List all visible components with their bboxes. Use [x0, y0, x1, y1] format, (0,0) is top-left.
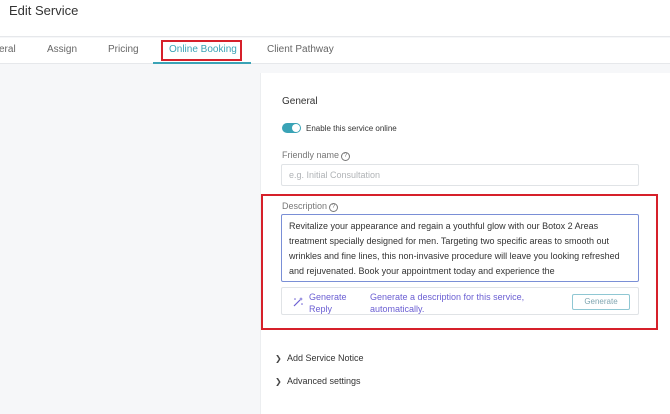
chevron-right-icon: ❯ [275, 354, 282, 363]
enable-online-label: Enable this service online [306, 124, 397, 133]
page-title: Edit Service [9, 3, 79, 18]
tab-bar: eral Assign Pricing Online Booking Clien… [0, 38, 670, 64]
friendly-name-input[interactable] [281, 164, 639, 186]
tab-assign[interactable]: Assign [47, 44, 77, 55]
tab-pricing[interactable]: Pricing [108, 44, 139, 55]
top-bar: Edit Service [0, 0, 670, 37]
add-service-notice-label: Add Service Notice [287, 353, 364, 363]
description-highlight-annotation [261, 194, 658, 330]
friendly-name-label: Friendly name? [282, 150, 351, 161]
active-tab-indicator [153, 62, 251, 64]
tab-client-pathway[interactable]: Client Pathway [267, 44, 334, 55]
add-service-notice-expander[interactable]: ❯ Add Service Notice [275, 353, 364, 363]
advanced-settings-label: Advanced settings [287, 376, 361, 386]
tab-highlight-annotation [161, 40, 242, 61]
general-section-title: General [282, 96, 318, 107]
enable-online-toggle[interactable] [282, 123, 301, 133]
advanced-settings-expander[interactable]: ❯ Advanced settings [275, 376, 361, 386]
chevron-right-icon: ❯ [275, 377, 282, 386]
friendly-name-label-text: Friendly name [282, 150, 340, 160]
help-icon[interactable]: ? [341, 152, 351, 161]
tab-general[interactable]: eral [0, 44, 16, 55]
toggle-knob [292, 124, 300, 132]
